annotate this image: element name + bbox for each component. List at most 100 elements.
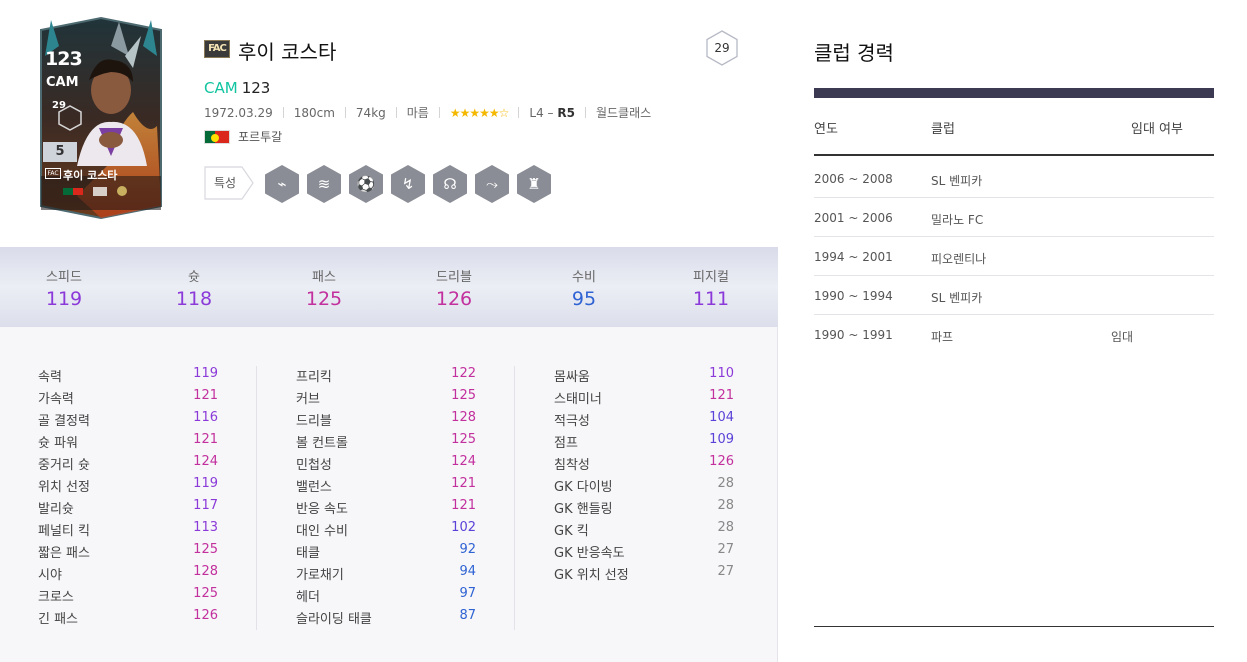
trait-playmaker-icon[interactable]: ☊ [431, 164, 469, 204]
stat-value: 126 [193, 608, 218, 623]
club-table-header: 연도 클럽 임대 여부 [814, 98, 1214, 156]
divider [518, 107, 520, 118]
stat-value: 128 [451, 410, 476, 425]
trait-dribble-icon[interactable]: ⤳ [473, 164, 511, 204]
stat-row: 반응 속도 121 [296, 494, 476, 517]
stat-name: 크로스 [38, 590, 74, 605]
stat-value: 109 [709, 432, 734, 447]
club-row: 1994 ~ 2001 피오렌티나 [814, 237, 1214, 276]
stat-row: GK 반응속도 27 [554, 538, 734, 561]
club-table-footer-line [814, 626, 1214, 627]
summary-dribbling: 드리블 126 [404, 266, 504, 310]
summary-label: 패스 [312, 270, 336, 285]
stat-row: GK 다이빙 28 [554, 472, 734, 495]
stat-name: 드리블 [296, 414, 332, 429]
card-season-logo: FAC [45, 168, 61, 179]
stat-row: 속력 119 [38, 362, 218, 385]
stat-value: 87 [459, 608, 476, 623]
club-row: 2006 ~ 2008 SL 벤피카 [814, 159, 1214, 198]
stat-name: GK 핸들링 [554, 502, 613, 517]
stat-name: 발리슛 [38, 502, 74, 517]
club-history-panel: 클럽 경력 연도 클럽 임대 여부 2006 ~ 2008 SL 벤피카 200… [779, 0, 1247, 662]
card-frame-graphic [40, 16, 162, 219]
divider [282, 107, 284, 118]
stat-value: 121 [451, 498, 476, 513]
player-ovr: 123 [241, 79, 271, 97]
stat-row: 짧은 패스 125 [38, 538, 218, 561]
position-row: CAM 123 [204, 79, 270, 97]
stat-name: 커브 [296, 392, 320, 407]
stat-row: 태클 92 [296, 538, 476, 561]
summary-value: 125 [305, 288, 343, 310]
stat-row: 스태미너 121 [554, 384, 734, 407]
club-year: 2001 ~ 2006 [814, 211, 893, 225]
stat-name: 슛 파워 [38, 436, 79, 451]
traits-list: ⌁ ≋ ⚽ ↯ ☊ ⤳ ♜ [263, 164, 553, 204]
traits-label: 특성 [204, 166, 254, 200]
stat-row: GK 킥 28 [554, 516, 734, 539]
stat-name: 헤더 [296, 590, 320, 605]
stat-row: 점프 109 [554, 428, 734, 451]
club-name: 피오렌티나 [931, 252, 987, 266]
summary-value: 126 [435, 288, 473, 310]
stat-value: 28 [717, 498, 734, 513]
club-row: 1990 ~ 1991 파프 임대 [814, 315, 1214, 354]
trait-longshot-icon[interactable]: ⌁ [263, 164, 301, 204]
stat-row: 발리슛 117 [38, 494, 218, 517]
stat-value: 117 [193, 498, 218, 513]
stat-value: 92 [459, 542, 476, 557]
club-name: 밀라노 FC [931, 213, 984, 227]
stat-row: 가속력 121 [38, 384, 218, 407]
stat-value: 121 [709, 388, 734, 403]
stat-name: 볼 컨트롤 [296, 436, 348, 451]
detail-stats-column-3: 몸싸움 110 스태미너 121 적극성 104 점프 109 침착성 126 GK 다이빙 28 GK… [554, 362, 734, 583]
weak-foot: L4 – R5 [529, 106, 575, 120]
stat-name: 스태미너 [554, 392, 602, 407]
season-logo-icon: FAC [204, 40, 230, 58]
club-loan: 임대 [1111, 330, 1134, 344]
stat-value: 119 [193, 476, 218, 491]
detail-stats-column-2: 프리킥 122 커브 125 드리블 128 볼 컨트롤 125 민첩성 124 밸런스 121 반응 … [296, 362, 476, 627]
stat-value: 27 [717, 542, 734, 557]
stat-row: 가로채기 94 [296, 560, 476, 583]
stat-value: 116 [193, 410, 218, 425]
trait-flair-icon[interactable]: ↯ [389, 164, 427, 204]
stat-row: 슬라이딩 태클 87 [296, 604, 476, 627]
divider [344, 107, 346, 118]
stat-value: 28 [717, 476, 734, 491]
weak-foot-left: L4 – [529, 105, 558, 120]
summary-label: 슛 [188, 270, 200, 285]
birth-date: 1972.03.29 [204, 105, 273, 120]
summary-value: 95 [571, 288, 597, 310]
column-divider [256, 366, 257, 630]
player-card[interactable]: 123 CAM 29 5 FAC 후이 코스타 [37, 16, 165, 219]
trait-speed-icon[interactable]: ≋ [305, 164, 343, 204]
stat-name: 골 결정력 [38, 414, 90, 429]
stat-name: 태클 [296, 546, 320, 561]
stat-value: 125 [193, 586, 218, 601]
stat-row: 볼 컨트롤 125 [296, 428, 476, 451]
detail-stats-column-1: 속력 119 가속력 121 골 결정력 116 슛 파워 121 중거리 슛 124 위치 선정 1… [38, 362, 218, 627]
stat-row: 몸싸움 110 [554, 362, 734, 385]
stat-row: GK 핸들링 28 [554, 494, 734, 517]
club-year: 1994 ~ 2001 [814, 250, 893, 264]
stat-name: 가로채기 [296, 568, 344, 583]
stat-name: 시야 [38, 568, 62, 583]
body-type: 마름 [406, 106, 429, 120]
summary-value: 119 [45, 288, 83, 310]
summary-speed: 스피드 119 [14, 266, 114, 310]
stat-value: 28 [717, 520, 734, 535]
stat-value: 102 [451, 520, 476, 535]
stat-name: 위치 선정 [38, 480, 90, 495]
season-number-badge: 29 [704, 29, 740, 67]
trait-player-icon[interactable]: ♜ [515, 164, 553, 204]
summary-label: 수비 [572, 270, 596, 285]
stat-row: 커브 125 [296, 384, 476, 407]
stat-row: 민첩성 124 [296, 450, 476, 473]
trait-ball-icon[interactable]: ⚽ [347, 164, 385, 204]
stat-row: 크로스 125 [38, 582, 218, 605]
player-stats-panel: 123 CAM 29 5 FAC 후이 코스타 FAC 후이 코스타 29 CA… [0, 0, 778, 662]
stat-name: GK 킥 [554, 524, 589, 539]
summary-label: 드리블 [436, 270, 472, 285]
summary-passing: 패스 125 [274, 266, 374, 310]
